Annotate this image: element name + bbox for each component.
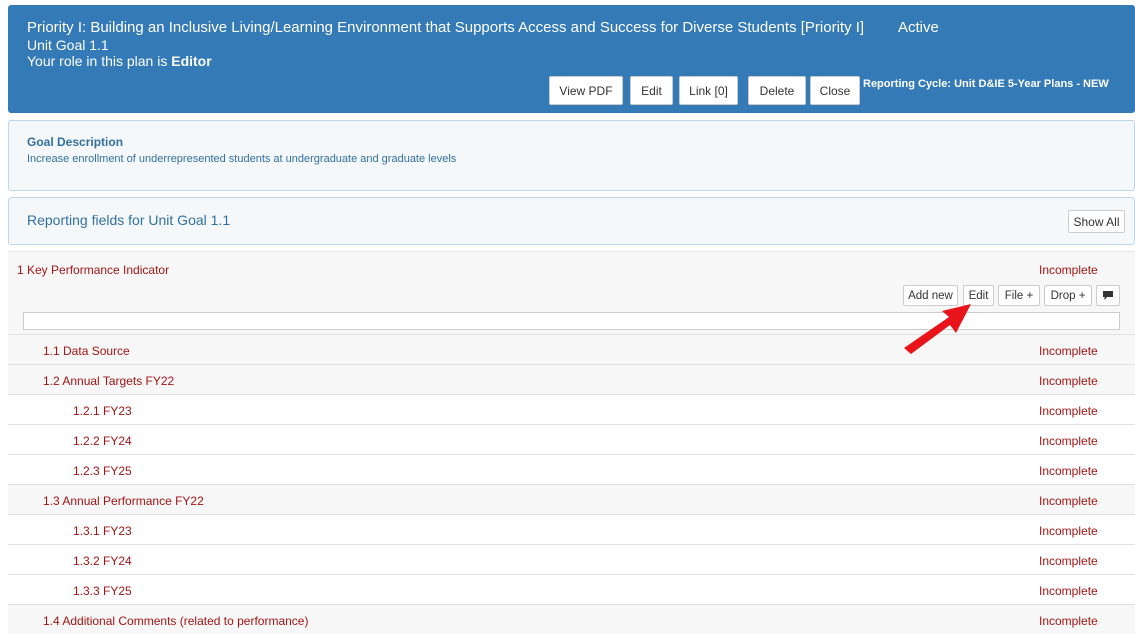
delete-button[interactable]: Delete [748, 76, 806, 105]
field-name[interactable]: 1.1 Data Source [43, 344, 130, 358]
reporting-cycle-value: Unit D&IE 5-Year Plans - NEW [954, 78, 1109, 90]
field-name[interactable]: 1.3 Annual Performance FY22 [43, 494, 204, 508]
kpi-field-name[interactable]: 1 Key Performance Indicator [17, 263, 169, 277]
field-row: 1.3.2 FY24 Incomplete [8, 544, 1135, 574]
comment-button[interactable] [1096, 285, 1120, 306]
edit-plan-button[interactable]: Edit [630, 76, 673, 105]
show-all-button[interactable]: Show All [1068, 210, 1125, 233]
role-line: Your role in this plan is Editor [27, 53, 212, 69]
field-status: Incomplete [1039, 614, 1098, 628]
goal-description-label: Goal Description [27, 135, 124, 149]
comment-icon [1103, 291, 1113, 300]
field-status: Incomplete [1039, 554, 1098, 568]
plan-header: Priority I: Building an Inclusive Living… [8, 5, 1135, 113]
field-row: 1.2.1 FY23 Incomplete [8, 394, 1135, 424]
field-status: Incomplete [1039, 494, 1098, 508]
field-name[interactable]: 1.2 Annual Targets FY22 [43, 374, 174, 388]
field-status: Incomplete [1039, 584, 1098, 598]
reporting-fields-panel: Reporting fields for Unit Goal 1.1 Show … [8, 197, 1135, 245]
close-button[interactable]: Close [810, 76, 860, 105]
field-row: 1.2.2 FY24 Incomplete [8, 424, 1135, 454]
field-name[interactable]: 1.4 Additional Comments (related to perf… [43, 614, 308, 628]
field-row: 1.4 Additional Comments (related to perf… [8, 604, 1135, 634]
kpi-field-status: Incomplete [1039, 263, 1098, 277]
unit-goal-label: Unit Goal 1.1 [27, 37, 109, 53]
field-name[interactable]: 1.3.2 FY24 [73, 554, 132, 568]
field-name[interactable]: 1.2.2 FY24 [73, 434, 132, 448]
plan-title: Priority I: Building an Inclusive Living… [27, 19, 865, 36]
annotation-arrow-icon [904, 304, 971, 354]
plan-status: Active [898, 19, 939, 36]
field-row: 1.3.3 FY25 Incomplete [8, 574, 1135, 604]
field-name[interactable]: 1.2.1 FY23 [73, 404, 132, 418]
field-status: Incomplete [1039, 374, 1098, 388]
field-status: Incomplete [1039, 344, 1098, 358]
field-row: 1.2 Annual Targets FY22 Incomplete [8, 364, 1135, 394]
reporting-cycle-label: Reporting Cycle: [863, 78, 952, 90]
role-prefix: Your role in this plan is [27, 53, 168, 69]
file-button[interactable]: File + [998, 285, 1040, 306]
reporting-cycle: Reporting Cycle: Unit D&IE 5-Year Plans … [863, 78, 1109, 90]
view-pdf-button[interactable]: View PDF [549, 76, 623, 105]
link-button[interactable]: Link [0] [679, 76, 738, 105]
drop-button[interactable]: Drop + [1044, 285, 1092, 306]
goal-description-panel: Goal Description Increase enrollment of … [8, 120, 1135, 191]
field-name[interactable]: 1.3.1 FY23 [73, 524, 132, 538]
goal-description-text: Increase enrollment of underrepresented … [27, 153, 457, 165]
field-row: 1.3 Annual Performance FY22 Incomplete [8, 484, 1135, 514]
field-status: Incomplete [1039, 464, 1098, 478]
field-name[interactable]: 1.3.3 FY25 [73, 584, 132, 598]
field-row: 1.3.1 FY23 Incomplete [8, 514, 1135, 544]
field-status: Incomplete [1039, 524, 1098, 538]
field-status: Incomplete [1039, 404, 1098, 418]
reporting-fields-title: Reporting fields for Unit Goal 1.1 [27, 212, 231, 228]
field-name[interactable]: 1.2.3 FY25 [73, 464, 132, 478]
field-row: 1.2.3 FY25 Incomplete [8, 454, 1135, 484]
role-value: Editor [171, 53, 212, 69]
field-status: Incomplete [1039, 434, 1098, 448]
